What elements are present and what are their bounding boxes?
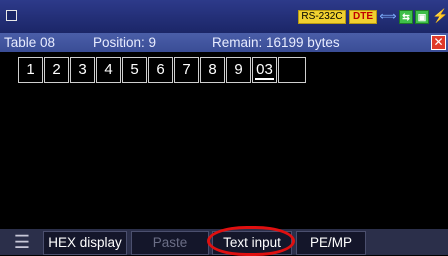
lightning-icon: ⚡: [432, 8, 448, 23]
paste-button[interactable]: Paste: [131, 231, 209, 255]
remain-label: Remain: 16199 bytes: [212, 35, 340, 50]
table-label: Table 08: [4, 35, 56, 50]
highlight-ellipse: [207, 226, 295, 256]
data-cell[interactable]: 2: [44, 57, 69, 83]
data-cell[interactable]: 6: [148, 57, 173, 83]
data-cell[interactable]: 3: [70, 57, 95, 83]
data-cell[interactable]: 8: [200, 57, 225, 83]
hex-display-button[interactable]: HEX display: [43, 231, 127, 255]
menu-icon[interactable]: ☰: [10, 233, 34, 252]
data-cells: 1 2 3 4 5 6 7 8 9 03: [18, 57, 307, 83]
interface-badge: RS-232C: [298, 10, 346, 24]
data-cell[interactable]: 7: [174, 57, 199, 83]
close-button[interactable]: ✕: [431, 35, 446, 50]
data-cell[interactable]: 9: [226, 57, 251, 83]
status-bar: RS-232C DTE ⟺ ⇆ ▣ ⚡: [0, 0, 448, 33]
mode-badge: DTE: [349, 10, 377, 24]
info-bar: Table 08 Position: 9 Remain: 16199 bytes: [0, 33, 448, 52]
usb-icon: ⟺: [379, 9, 397, 23]
cursor-cell[interactable]: 03: [252, 57, 277, 83]
empty-cell[interactable]: [278, 57, 306, 83]
position-label: Position: 9: [93, 35, 157, 50]
window-icon: [6, 10, 17, 21]
pe-mp-button[interactable]: PE/MP: [296, 231, 366, 255]
green-card-icon: ▣: [415, 10, 429, 24]
data-cell[interactable]: 5: [122, 57, 147, 83]
data-cell[interactable]: 4: [96, 57, 121, 83]
data-cell[interactable]: 1: [18, 57, 43, 83]
green-port-icon: ⇆: [399, 10, 413, 24]
